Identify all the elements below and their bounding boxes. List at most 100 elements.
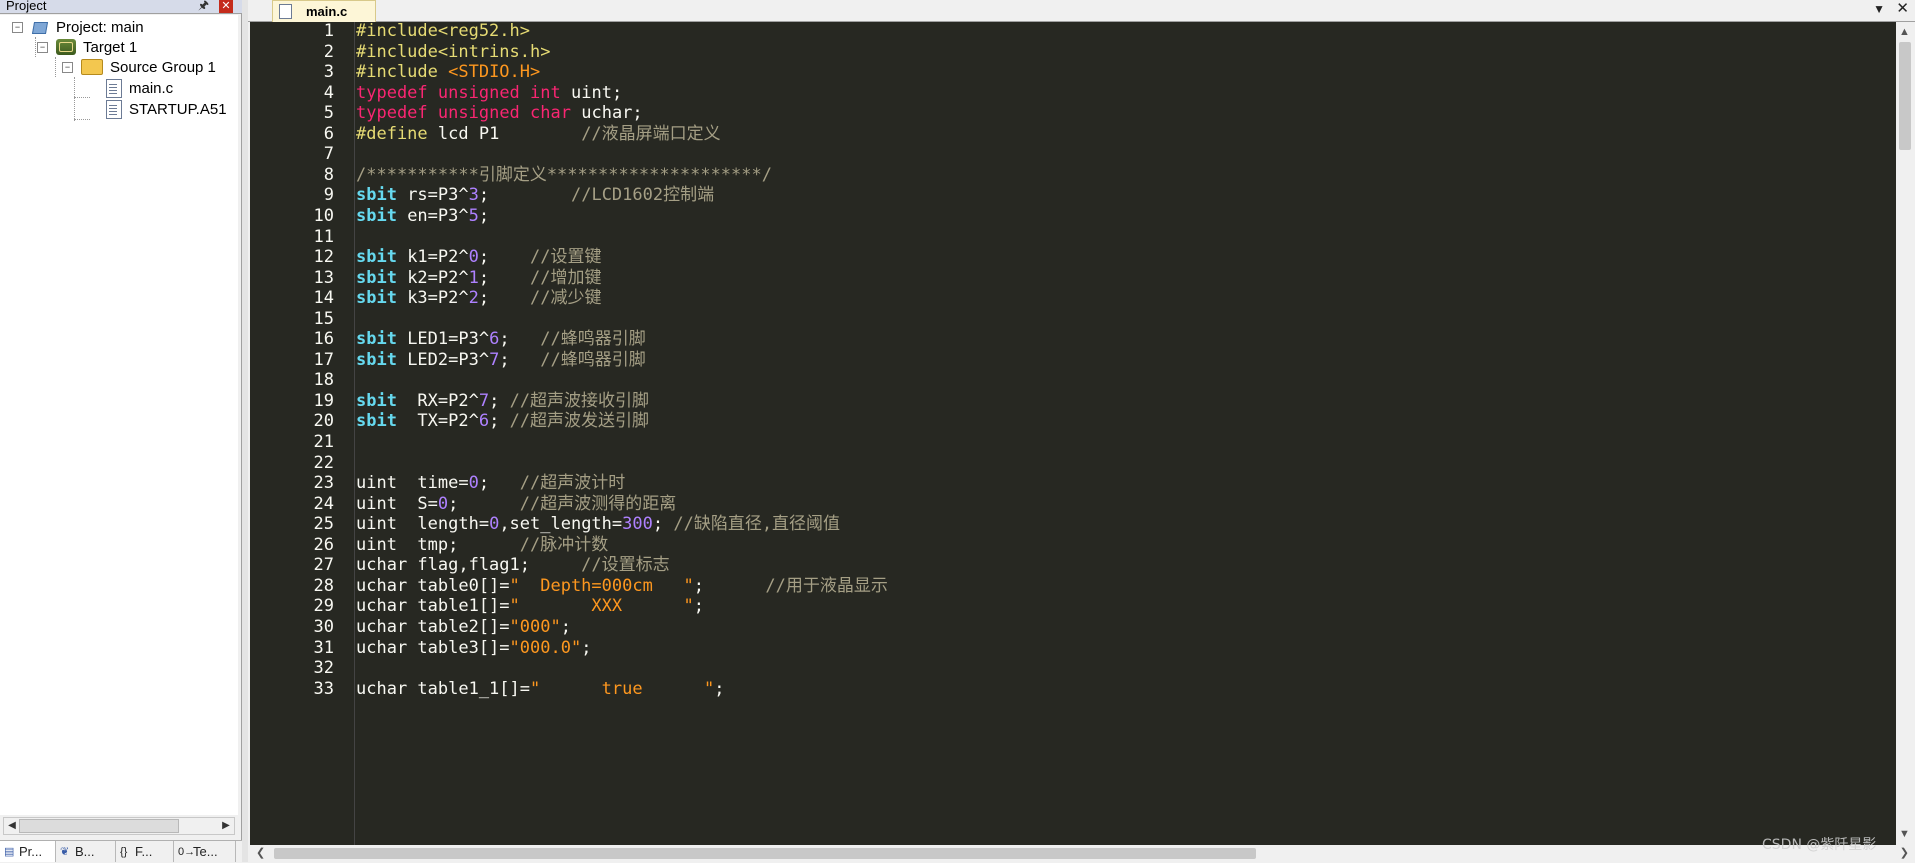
code-token: uchar flag,flag1; [356, 555, 582, 576]
code-token: //超声波计时 [519, 473, 626, 494]
scrollbar-thumb[interactable] [1899, 42, 1911, 150]
collapse-icon[interactable]: − [37, 41, 48, 53]
scroll-left-icon[interactable]: ◀ [5, 819, 19, 833]
code-token: //增加键 [530, 267, 602, 288]
tab-label: Te... [193, 844, 218, 859]
scrollbar-thumb[interactable] [274, 848, 1256, 859]
file-icon [106, 99, 122, 119]
code-token: LED1=P3^ [396, 329, 490, 350]
code-token: //液晶屏端口定义 [581, 123, 721, 144]
pin-icon[interactable]: 🖈 [198, 0, 209, 12]
code-token: //设置标志 [581, 555, 670, 576]
code-token: " Depth=000cm " [509, 575, 694, 596]
code-token: uchar table2[]= [356, 616, 510, 637]
scroll-down-icon[interactable]: ▼ [1899, 828, 1910, 840]
tree-item-file[interactable]: main.c [106, 77, 173, 99]
code-token: <STDIO.H> [448, 62, 541, 83]
code-token: " true " [530, 678, 715, 699]
code-token: sbit [356, 288, 397, 309]
code-token: 0 [468, 473, 479, 494]
code-token: en=P3^ [396, 205, 469, 226]
close-icon[interactable]: ✕ [219, 0, 233, 13]
tab-books[interactable]: ❦ B... [56, 841, 116, 862]
code-token: ; [560, 616, 571, 637]
tab-label: F... [135, 844, 153, 859]
code-editor[interactable]: 1 #include<reg52.h> 2 #include<intrins.h> 3 #… [250, 22, 1896, 845]
code-token: sbit [356, 185, 397, 206]
tree-item-file[interactable]: STARTUP.A51 [106, 98, 227, 120]
tree-item-target[interactable]: − Target 1 [37, 36, 137, 58]
code-token: ; [478, 267, 531, 288]
tree-item-label: Project: main [56, 18, 144, 36]
tree-item-source-group[interactable]: − Source Group 1 [62, 56, 216, 78]
code-token: uint length= [356, 514, 490, 535]
code-token: //减少键 [530, 288, 602, 309]
tree-connector [74, 97, 90, 98]
tab-functions[interactable]: {} F... [116, 841, 174, 862]
code-line[interactable]: 33 uchar table1_1[]=" true "; [250, 677, 1896, 702]
code-token: sbit [356, 247, 397, 268]
code-token: 7 [489, 349, 500, 370]
project-icon [31, 19, 49, 35]
close-icon[interactable]: ✕ [1896, 1, 1909, 17]
scroll-up-icon[interactable]: ▲ [1899, 26, 1910, 38]
editor-horizontal-scrollbar[interactable]: ❮ ❯ [250, 845, 1915, 862]
code-token: uint tmp; [356, 534, 520, 555]
code-token: //蜂鸣器引脚 [540, 329, 646, 350]
code-token: unsigned [437, 82, 520, 103]
scrollbar-thumb[interactable] [19, 819, 179, 833]
code-token: typedef [356, 82, 428, 103]
code-token: "000.0" [509, 637, 582, 658]
chevron-down-icon[interactable]: ▼ [1873, 2, 1885, 16]
code-token: ,set_length= [499, 514, 623, 535]
project-icon: ▤ [4, 845, 15, 858]
collapse-icon[interactable]: − [12, 21, 23, 33]
code-token: rs=P3^ [396, 185, 469, 206]
code-token: /***********引脚定义*********************/ [356, 164, 772, 185]
tree-connector [74, 119, 90, 120]
editor-vertical-scrollbar[interactable]: ▲ ▼ [1896, 22, 1915, 845]
tree-item-project[interactable]: − Project: main [12, 16, 144, 38]
code-token: 1 [468, 267, 479, 288]
splitter[interactable] [242, 0, 248, 862]
tab-main-c[interactable]: main.c [272, 0, 376, 22]
code-token: uint; [560, 82, 623, 103]
tab-templates[interactable]: 0→ Te... [174, 841, 236, 862]
tree-item-label: Target 1 [83, 38, 138, 56]
file-icon [279, 4, 292, 19]
code-token: 0 [437, 493, 449, 514]
code-token: ; [693, 575, 766, 596]
code-token: ; [714, 678, 725, 699]
editor-tab-bar: main.c ▼ ✕ [248, 0, 1915, 22]
code-token: RX=P2^ [396, 390, 479, 411]
code-token: 7 [478, 390, 490, 411]
scroll-left-icon[interactable]: ❮ [256, 846, 265, 859]
code-token: //LCD1602控制端 [570, 185, 715, 206]
tree-item-label: main.c [129, 79, 174, 97]
books-icon: ❦ [60, 845, 70, 858]
code-token: uint time= [356, 473, 469, 494]
scroll-right-icon[interactable]: ▶ [219, 819, 233, 833]
code-token: //脉冲计数 [519, 534, 609, 555]
code-token: 0 [489, 514, 500, 535]
tree-horizontal-scrollbar[interactable]: ◀ ▶ [3, 817, 235, 835]
folder-icon [81, 59, 103, 75]
tab-project[interactable]: ▤ Pr... [0, 841, 56, 862]
code-token: uchar table3[]= [356, 637, 510, 658]
tree-connector [74, 77, 75, 121]
line-number: 33 [313, 678, 334, 699]
tree-item-label: Source Group 1 [110, 58, 216, 76]
code-token: k2=P2^ [396, 267, 469, 288]
code-token: " XXX " [509, 596, 694, 617]
project-pane-header: Project 🖈 ✕ [0, 0, 242, 14]
scroll-right-icon[interactable]: ❯ [1900, 846, 1909, 859]
code-token: ; [581, 637, 592, 658]
code-token: //超声波测得的距离 [519, 493, 677, 514]
code-token: //用于液晶显示 [765, 575, 888, 596]
code-token: k3=P2^ [396, 288, 469, 309]
code-token: ; [478, 185, 571, 206]
collapse-icon[interactable]: − [62, 61, 73, 73]
